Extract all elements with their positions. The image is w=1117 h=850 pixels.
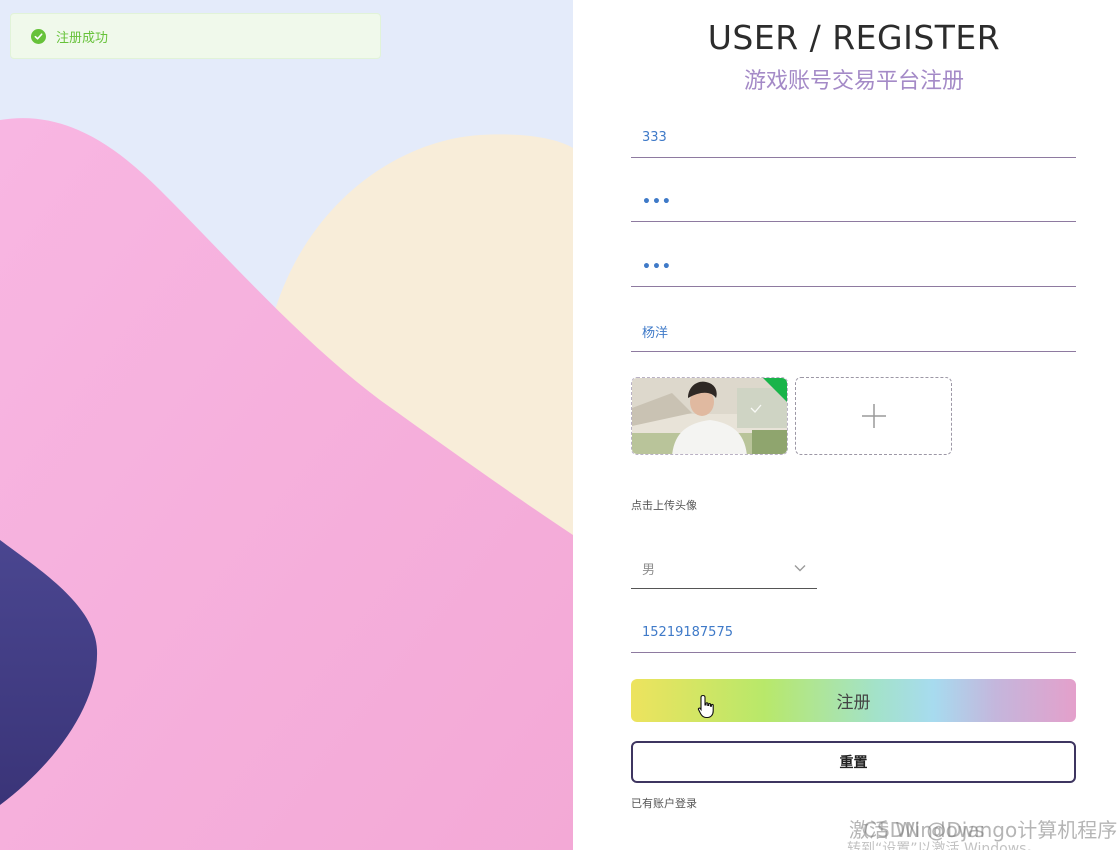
plus-icon: [861, 404, 886, 428]
login-link[interactable]: 已有账户登录: [631, 795, 697, 811]
confirm-password-input[interactable]: •••: [642, 259, 672, 275]
chevron-down-icon: [794, 565, 806, 572]
check-circle-icon: [31, 28, 46, 44]
gender-select[interactable]: 男: [631, 548, 817, 589]
phone-input[interactable]: [642, 625, 1076, 640]
background-shapes: [0, 0, 573, 850]
decorative-background: [0, 0, 573, 850]
register-panel: USER / REGISTER 游戏账号交易平台注册 ••• ••• 点: [573, 0, 1117, 850]
confirm-password-field[interactable]: •••: [631, 247, 1076, 287]
username-input[interactable]: [642, 130, 1076, 145]
avatar-upload-button[interactable]: [795, 377, 952, 455]
reset-button[interactable]: 重置: [631, 741, 1076, 783]
avatar-upload-hint: 点击上传头像: [631, 499, 697, 512]
hand-cursor-icon: [697, 694, 714, 719]
password-input[interactable]: •••: [642, 194, 672, 210]
username-field[interactable]: [631, 118, 1076, 158]
success-toast: 注册成功: [10, 13, 381, 59]
password-field[interactable]: •••: [631, 182, 1076, 222]
name-field[interactable]: [631, 312, 1076, 352]
name-input[interactable]: [642, 324, 1076, 339]
toast-message: 注册成功: [56, 30, 109, 46]
page-subtitle: 游戏账号交易平台注册: [743, 69, 964, 94]
gender-value: 男: [642, 562, 656, 578]
avatar-photo: [632, 378, 787, 454]
windows-activation-subtext: 转到“设置”以激活 Windows。: [847, 841, 1041, 850]
phone-field[interactable]: [631, 613, 1076, 653]
page-title: USER / REGISTER: [707, 18, 1001, 57]
uploaded-avatar-thumbnail[interactable]: [631, 377, 788, 455]
